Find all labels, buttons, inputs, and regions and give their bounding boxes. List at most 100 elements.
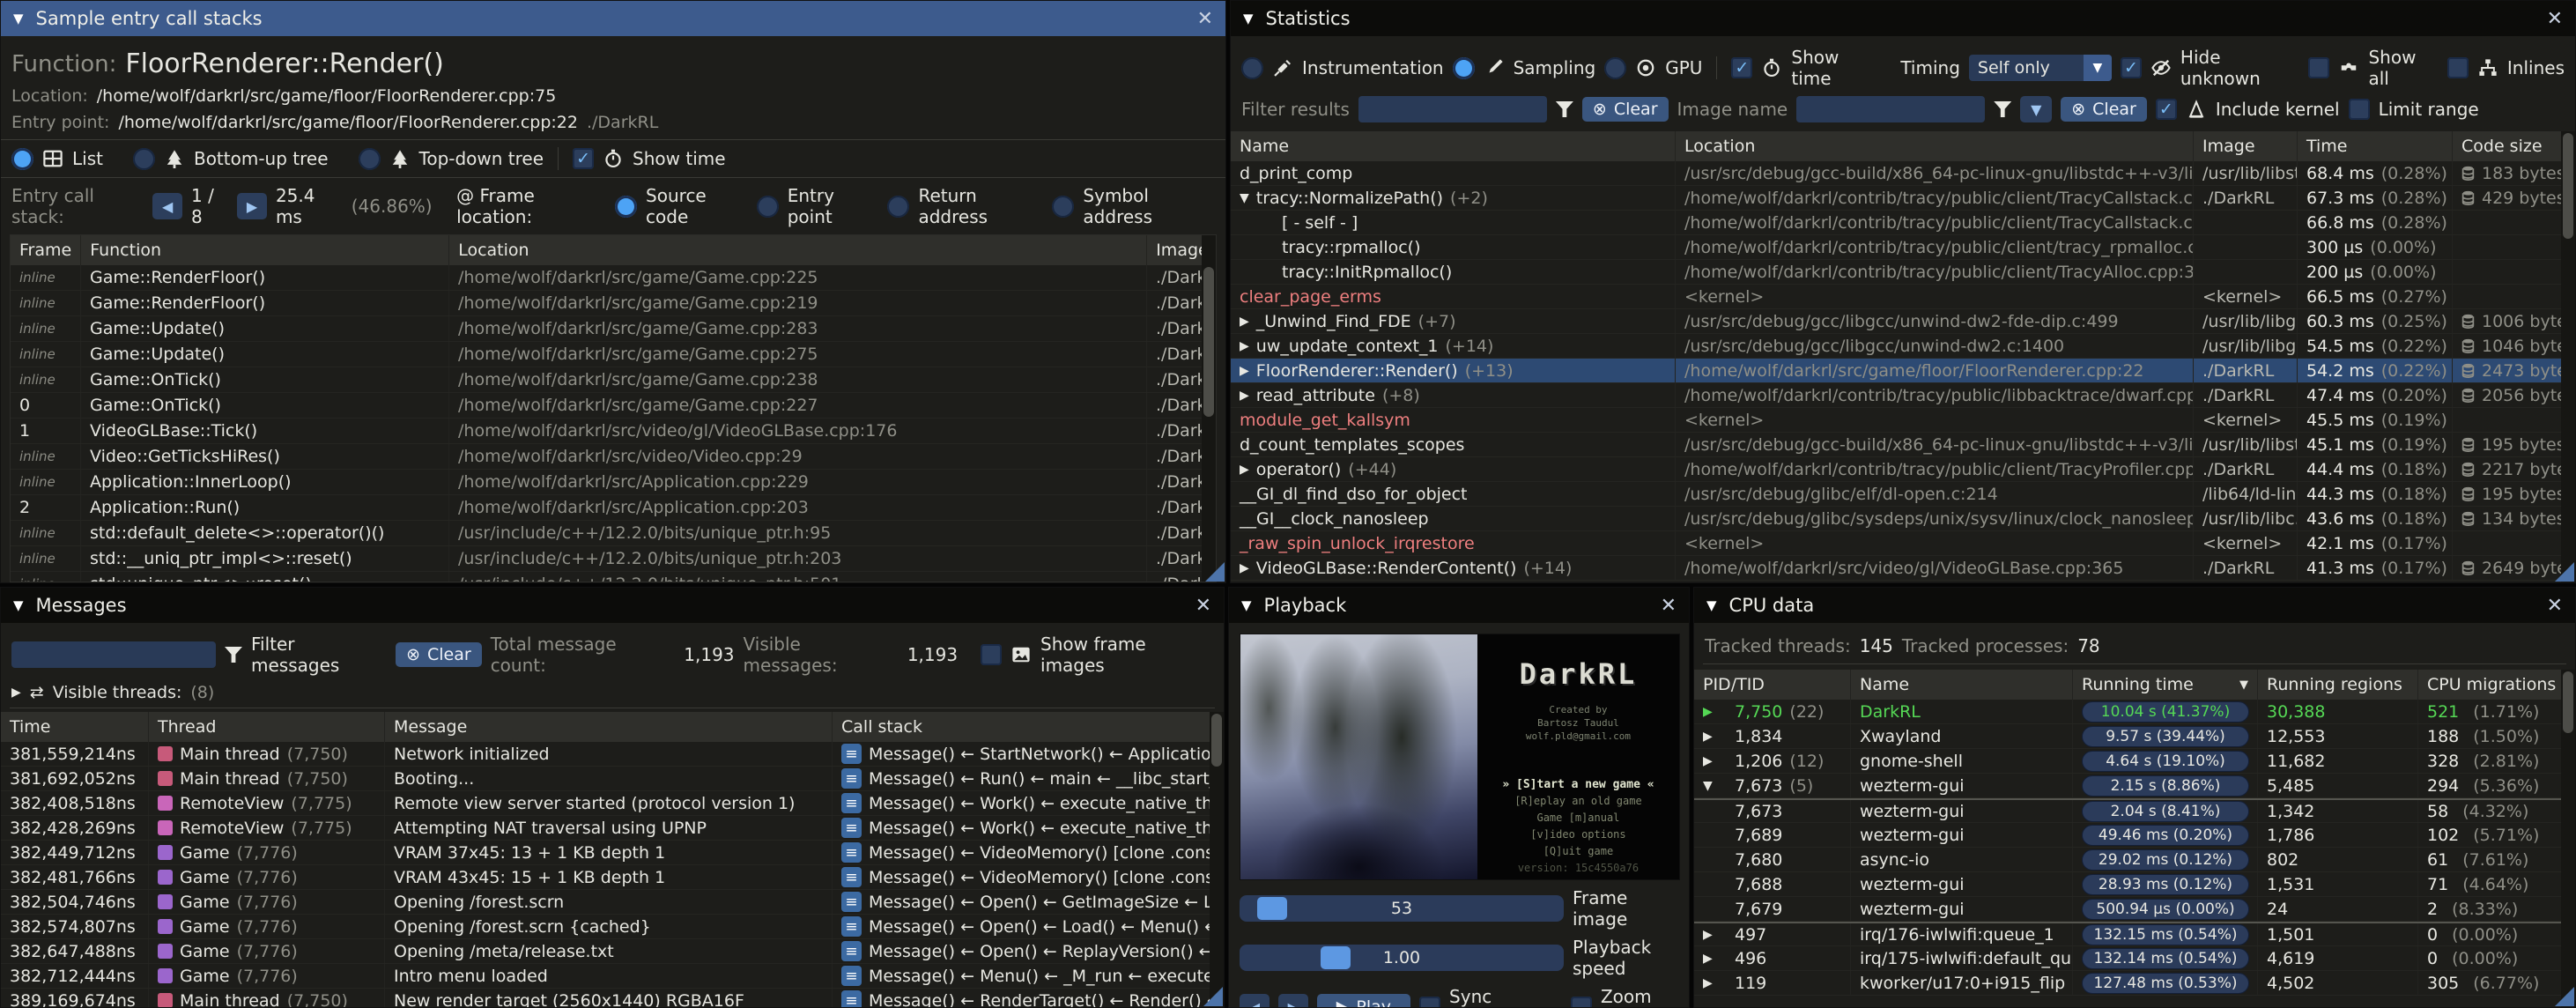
limit-range-checkbox[interactable]: ✓ — [2349, 99, 2370, 120]
collapse-icon[interactable]: ▼ — [13, 597, 24, 613]
table-row[interactable]: inline Game::OnTick() /home/wolf/darkrl/… — [11, 367, 1216, 393]
scrollbar[interactable] — [2561, 131, 2575, 582]
table-row[interactable]: module_get_kallsym <kernel> <kernel> 45.… — [1231, 408, 2575, 433]
bottom-up-label[interactable]: Bottom-up tree — [194, 148, 329, 169]
resize-grip[interactable] — [1205, 562, 1225, 582]
inlines-label[interactable]: Inlines — [2507, 57, 2565, 78]
table-row[interactable]: ▶ 1,834 Xwayland 9.57 s (39.44%) — [1694, 724, 2575, 749]
table-row[interactable]: 381,692,052ns Main thread (7,750) Bootin… — [1, 767, 1224, 791]
resize-grip[interactable] — [2555, 987, 2574, 1006]
table-row[interactable]: ▶ _Unwind_Find_FDE (+7) /usr/src/debug/g… — [1231, 309, 2575, 334]
scrollbar[interactable] — [1202, 235, 1216, 582]
sort-desc-icon[interactable]: ▼ — [2239, 678, 2248, 692]
show-frame-images-label[interactable]: Show frame images — [1040, 634, 1213, 676]
instrumentation-radio[interactable] — [1241, 57, 1263, 79]
table-row[interactable]: ▶ 7,750 (22) DarkRL 10.04 s (41.37%) — [1694, 700, 2575, 724]
table-row[interactable]: 382,647,488ns Game (7,776) Opening /meta… — [1, 939, 1224, 964]
return-address-label[interactable]: Return address — [918, 185, 1043, 227]
table-row[interactable]: ▶ operator() (+44) /home/wolf/darkrl/con… — [1231, 457, 2575, 482]
expand-arrow-icon[interactable]: ▶ — [1240, 561, 1249, 575]
callstacks-titlebar[interactable]: ▼ Sample entry call stacks ✕ — [1, 1, 1225, 36]
close-icon[interactable]: ✕ — [1195, 595, 1211, 617]
zoom-2x-label[interactable]: Zoom 2× — [1601, 986, 1678, 1007]
include-kernel-checkbox[interactable]: ✓ — [2156, 99, 2177, 120]
callstack-icon[interactable]: ≡ — [841, 768, 862, 789]
expand-arrow-icon[interactable]: ▶ — [1703, 928, 1728, 942]
close-icon[interactable]: ✕ — [1661, 595, 1677, 617]
sync-timeline-label[interactable]: Sync timeline — [1449, 986, 1562, 1007]
table-row[interactable]: ▶ 497 irq/176-iwlwifi:queue_1 132.15 ms … — [1694, 922, 2575, 946]
table-row[interactable]: 7,679 wezterm-gui 500.94 µs (0.00%) 24 — [1694, 897, 2575, 922]
funnel-icon[interactable] — [1556, 101, 1573, 117]
table-row[interactable]: inline std::__uniq_ptr_impl<>::reset() /… — [11, 546, 1216, 572]
table-row[interactable]: ▶ VideoGLBase::RenderContent() (+14) /ho… — [1231, 556, 2575, 581]
table-row[interactable]: inline Game::Update() /home/wolf/darkrl/… — [11, 342, 1216, 367]
expand-arrow-icon[interactable]: ▶ — [1703, 952, 1728, 966]
table-row[interactable]: __GI_dl_find_dso_for_object /usr/src/deb… — [1231, 482, 2575, 507]
expand-arrow-icon[interactable]: ▶ — [1240, 339, 1249, 353]
source-code-radio[interactable] — [615, 196, 637, 218]
callstack-icon[interactable]: ≡ — [841, 818, 862, 838]
callstack-icon[interactable]: ≡ — [841, 744, 862, 764]
timing-select[interactable]: Self only ▼ — [1969, 55, 2112, 81]
frame-slider[interactable]: 53 — [1240, 895, 1564, 922]
hide-unknown-checkbox[interactable]: ✓ — [2121, 57, 2142, 78]
expand-arrow-icon[interactable]: ▶ — [1240, 315, 1249, 329]
table-row[interactable]: ▶ 119 kworker/u17:0+i915_flip 127.48 ms … — [1694, 971, 2575, 996]
visible-threads-label[interactable]: Visible threads: — [53, 683, 182, 702]
limit-range-label[interactable]: Limit range — [2379, 99, 2479, 120]
show-time-label[interactable]: Show time — [1791, 47, 1879, 89]
table-row[interactable]: inline Game::RenderFloor() /home/wolf/da… — [11, 291, 1216, 316]
table-row[interactable]: 382,712,444ns Game (7,776) Intro menu lo… — [1, 964, 1224, 989]
entry-point-radio[interactable] — [757, 196, 779, 218]
symbol-address-label[interactable]: Symbol address — [1083, 185, 1215, 227]
table-row[interactable]: ▼ tracy::NormalizePath() (+2) /home/wolf… — [1231, 186, 2575, 211]
expand-arrow-icon[interactable]: ▶ — [1703, 730, 1728, 744]
play-button[interactable]: ▶ Play — [1317, 994, 1410, 1007]
table-row[interactable]: [ - self - ] /home/wolf/darkrl/contrib/t… — [1231, 211, 2575, 235]
next-stack-button[interactable]: ▶ — [237, 193, 267, 219]
table-row[interactable]: _raw_spin_unlock_irqrestore <kernel> <ke… — [1231, 531, 2575, 556]
top-down-radio[interactable] — [359, 148, 381, 170]
close-icon[interactable]: ✕ — [1197, 8, 1213, 30]
list-radio[interactable] — [11, 148, 33, 170]
table-row[interactable]: 1 VideoGLBase::Tick() /home/wolf/darkrl/… — [11, 419, 1216, 444]
table-row[interactable]: inline Application::InnerLoop() /home/wo… — [11, 470, 1216, 495]
resize-grip[interactable] — [1203, 987, 1223, 1006]
expand-arrow-icon[interactable]: ▶ — [1240, 463, 1249, 477]
table-row[interactable]: inline std::default_delete<>::operator()… — [11, 521, 1216, 546]
table-row[interactable]: tracy::rpmalloc() /home/wolf/darkrl/cont… — [1231, 235, 2575, 260]
callstack-icon[interactable]: ≡ — [841, 892, 862, 912]
bottom-up-radio[interactable] — [133, 148, 155, 170]
show-time-label[interactable]: Show time — [633, 148, 726, 169]
source-code-label[interactable]: Source code — [646, 185, 748, 227]
table-row[interactable]: 7,673 wezterm-gui 2.04 s (8.41%) 1,342 — [1694, 798, 2575, 823]
top-down-label[interactable]: Top-down tree — [419, 148, 544, 169]
table-row[interactable]: inline Game::RenderFloor() /home/wolf/da… — [11, 265, 1216, 291]
prev-stack-button[interactable]: ◀ — [152, 193, 182, 219]
table-row[interactable]: ▶ 496 irq/175-iwlwifi:default_qu 132.14 … — [1694, 946, 2575, 971]
collapse-icon[interactable]: ▼ — [13, 11, 24, 26]
show-time-checkbox[interactable]: ✓ — [573, 148, 594, 169]
playback-titlebar[interactable]: ▼ Playback ✕ — [1229, 588, 1689, 623]
messages-titlebar[interactable]: ▼ Messages ✕ — [1, 588, 1224, 623]
expand-arrow-icon[interactable]: ▶ — [1703, 754, 1728, 768]
callstack-icon[interactable]: ≡ — [841, 842, 862, 863]
funnel-icon[interactable] — [1994, 101, 2011, 117]
speed-slider[interactable]: 1.00 — [1240, 945, 1564, 971]
table-row[interactable]: 7,689 wezterm-gui 49.46 ms (0.20%) 1,78 — [1694, 823, 2575, 848]
expand-arrow-icon[interactable]: ▶ — [1240, 364, 1249, 378]
zoom-2x-checkbox[interactable]: ✓ — [1571, 997, 1592, 1007]
clear-messages-button[interactable]: ⊗ Clear — [396, 642, 482, 667]
table-row[interactable]: 382,408,518ns RemoteView (7,775) Remote … — [1, 791, 1224, 816]
table-row[interactable]: d_print_comp /usr/src/debug/gcc-build/x8… — [1231, 161, 2575, 186]
show-all-checkbox[interactable]: ✓ — [2308, 57, 2329, 78]
table-row[interactable]: inline std::unique_ptr<>::reset() /usr/i… — [11, 572, 1216, 582]
table-row[interactable]: 7,680 async-io 29.02 ms (0.12%) 802 — [1694, 848, 2575, 872]
table-row[interactable]: 382,428,269ns RemoteView (7,775) Attempt… — [1, 816, 1224, 841]
close-icon[interactable]: ✕ — [2547, 595, 2563, 617]
return-address-radio[interactable] — [887, 196, 909, 218]
table-row[interactable]: 381,559,214ns Main thread (7,750) Networ… — [1, 742, 1224, 767]
table-row[interactable]: 382,481,766ns Game (7,776) VRAM 43x45: 1… — [1, 865, 1224, 890]
table-row[interactable]: ▶ FloorRenderer::Render() (+13) /home/wo… — [1231, 359, 2575, 383]
